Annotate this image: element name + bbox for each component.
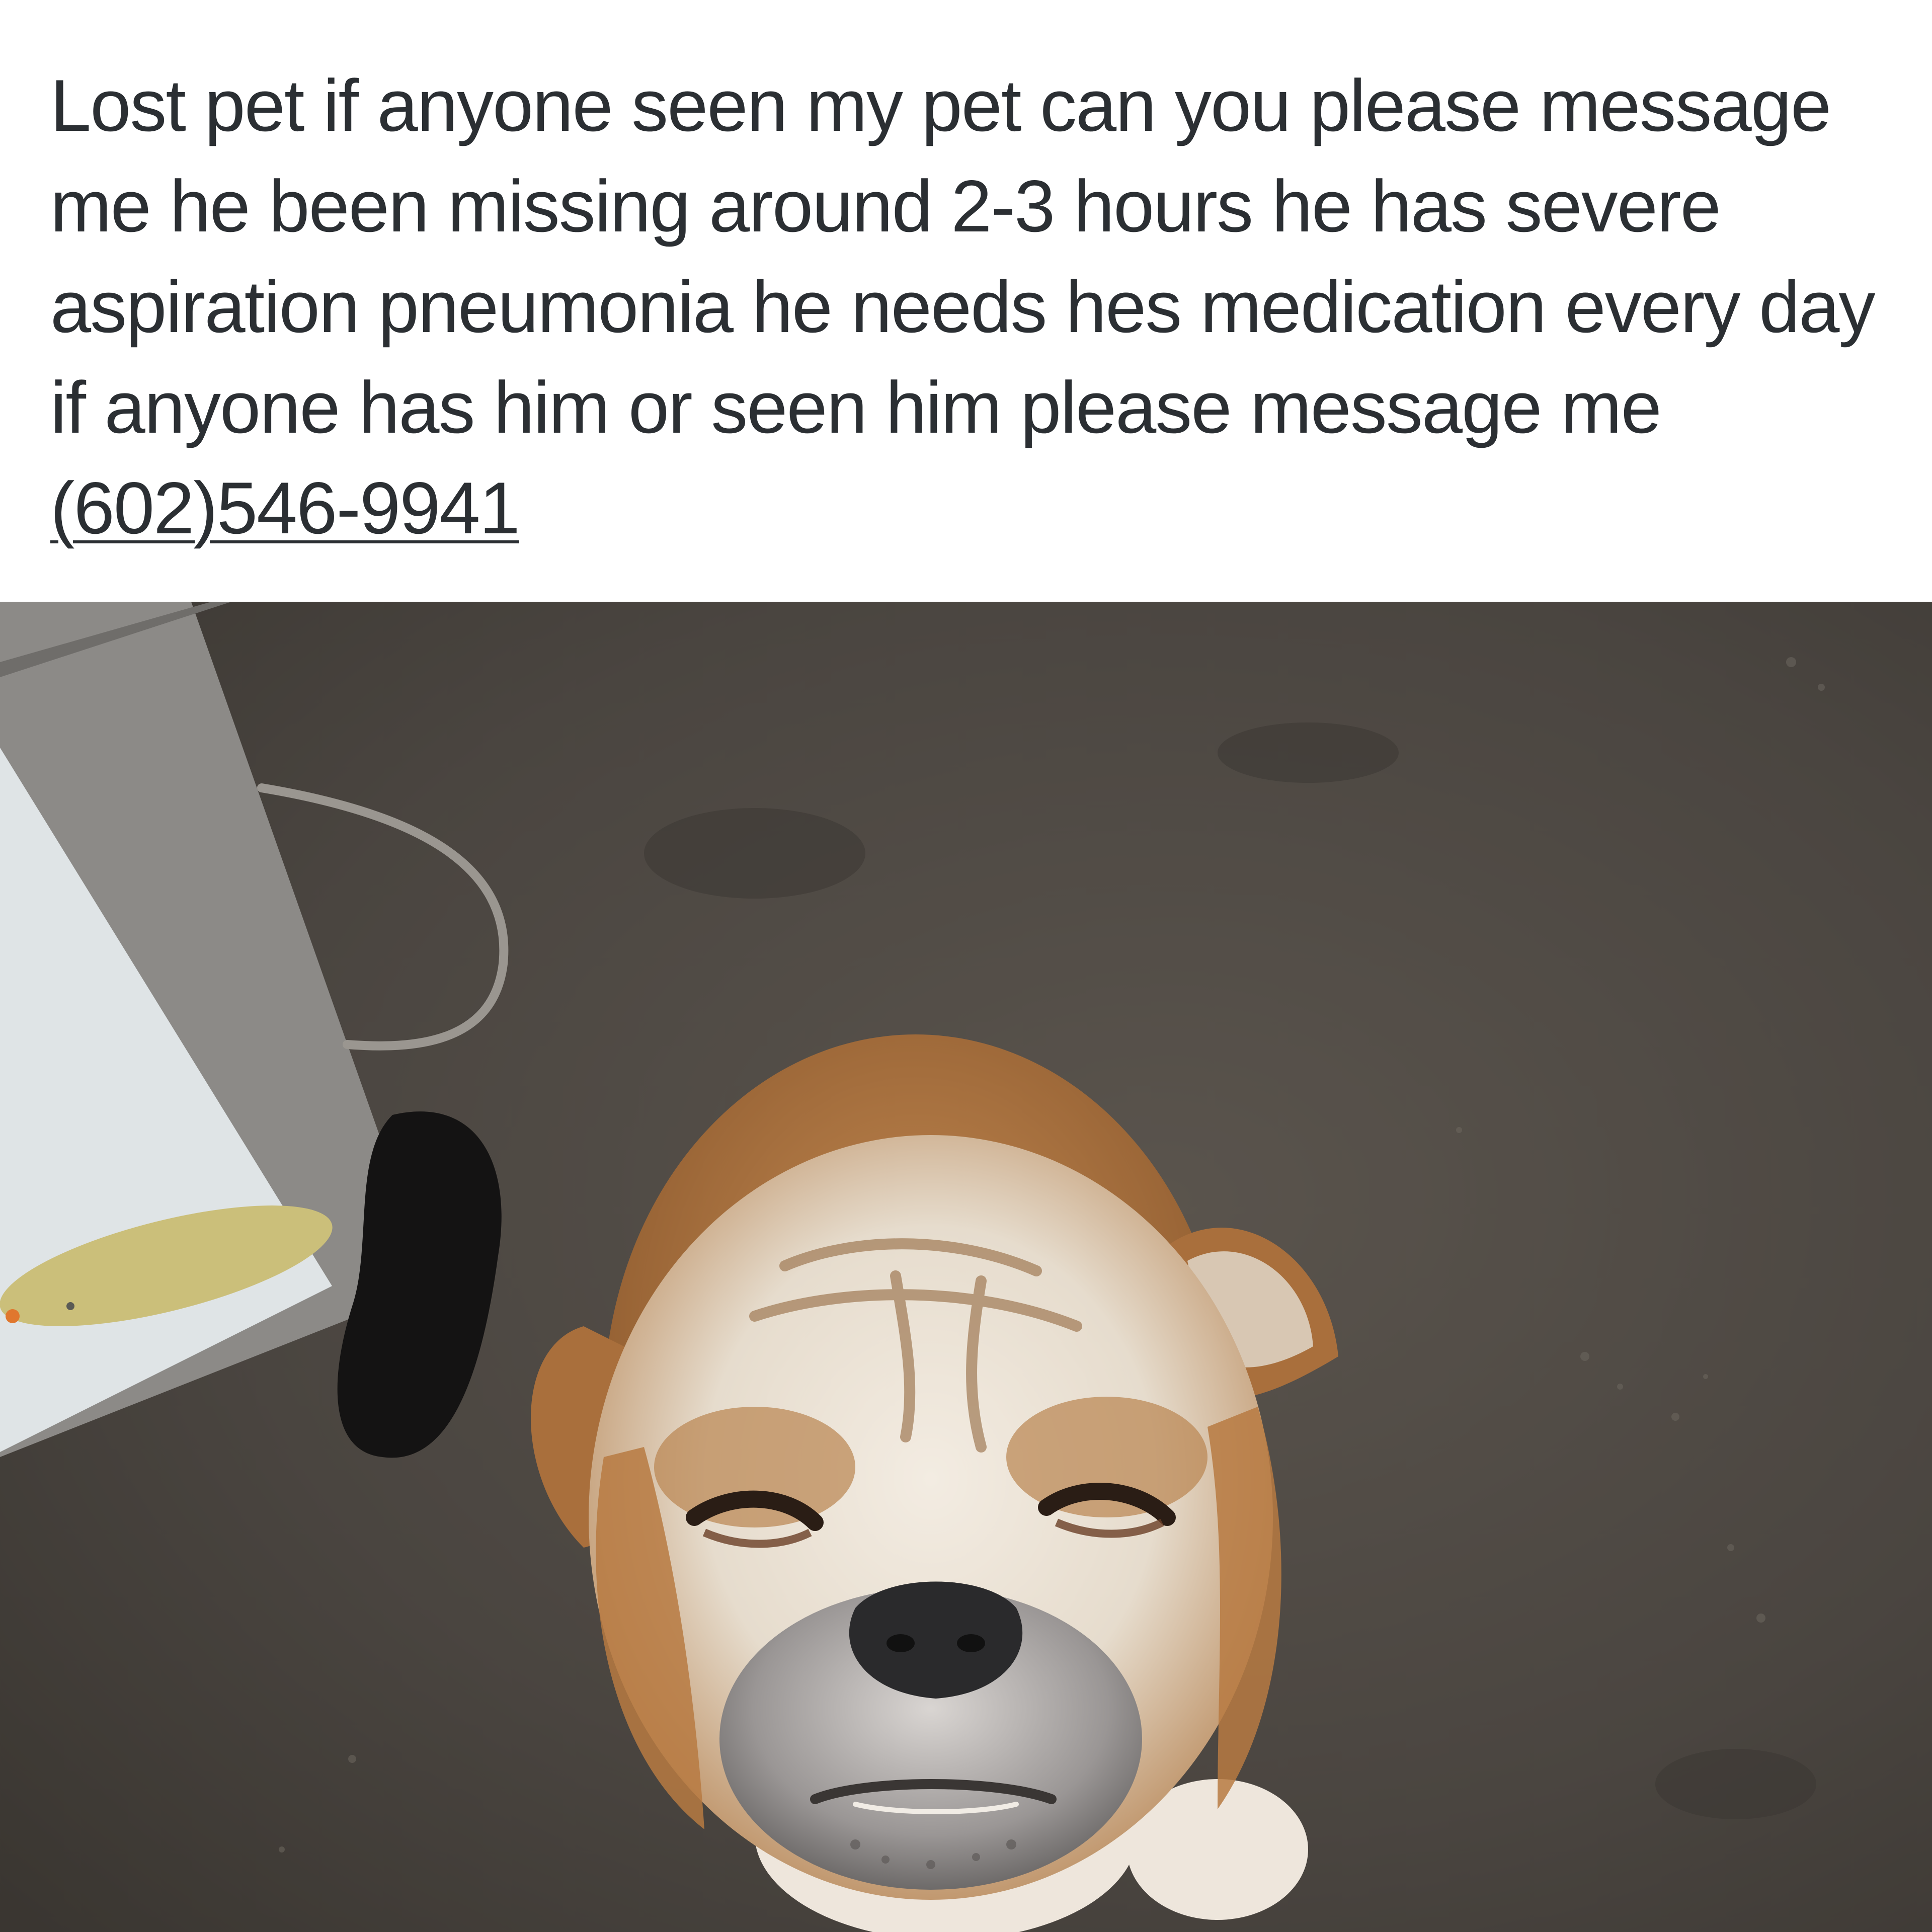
bulldog-photo <box>0 602 1932 1932</box>
lost-pet-post: Lost pet if anyone seen my pet can you p… <box>0 0 1932 1932</box>
bulldog-photo-drawing <box>0 602 1932 1932</box>
phone-number-link[interactable]: (602)546-9941 <box>50 467 520 549</box>
post-body-text: Lost pet if anyone seen my pet can you p… <box>50 64 1875 448</box>
post-text: Lost pet if anyone seen my pet can you p… <box>50 55 1912 558</box>
